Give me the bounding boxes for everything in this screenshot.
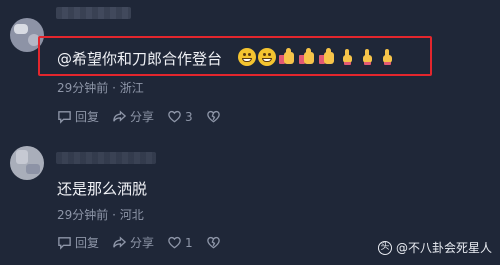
reply-label: 回复 xyxy=(75,236,100,250)
watermark-logo-icon: 头 xyxy=(377,240,392,255)
heart-icon xyxy=(168,110,181,123)
pointing-up-emoji xyxy=(338,48,356,66)
reply-label: 回复 xyxy=(75,110,100,124)
grin-emoji xyxy=(258,48,276,66)
emoji-row xyxy=(238,48,396,66)
thumbs-up-emoji xyxy=(278,48,296,66)
pointing-up-emoji xyxy=(358,48,376,66)
comment-item: @希望你和刀郎合作登台 29分钟前 · 浙江 回复 分享 3 xyxy=(0,0,500,140)
share-label: 分享 xyxy=(130,110,155,124)
avatar[interactable] xyxy=(10,146,44,180)
username-blurred[interactable] xyxy=(56,7,131,19)
share-label: 分享 xyxy=(130,236,155,250)
like-button[interactable]: 3 xyxy=(167,109,193,124)
thumbs-up-emoji xyxy=(298,48,316,66)
broken-heart-icon xyxy=(206,236,220,249)
username-blurred[interactable] xyxy=(56,152,156,164)
comment-actions: 回复 分享 1 xyxy=(57,234,234,251)
reply-button[interactable]: 回复 xyxy=(57,234,99,251)
like-count: 3 xyxy=(185,109,193,124)
like-button[interactable]: 1 xyxy=(167,235,193,250)
reply-button[interactable]: 回复 xyxy=(57,108,99,125)
share-icon xyxy=(113,110,127,122)
watermark: 头 @不八卦会死星人 xyxy=(377,239,492,256)
share-button[interactable]: 分享 xyxy=(112,234,154,251)
comment-meta: 29分钟前 · 河北 xyxy=(57,208,144,222)
share-icon xyxy=(113,236,127,248)
pointing-up-emoji xyxy=(378,48,396,66)
comment-text: @希望你和刀郎合作登台 xyxy=(57,50,223,68)
comment-meta: 29分钟前 · 浙江 xyxy=(57,81,144,95)
share-button[interactable]: 分享 xyxy=(112,108,154,125)
dislike-button[interactable] xyxy=(206,109,221,124)
comment-text: 还是那么洒脱 xyxy=(57,180,148,198)
reply-icon xyxy=(58,237,71,250)
broken-heart-icon xyxy=(206,110,220,123)
reply-icon xyxy=(58,111,71,124)
like-count: 1 xyxy=(185,235,193,250)
thumbs-up-emoji xyxy=(318,48,336,66)
watermark-text: @不八卦会死星人 xyxy=(395,241,492,255)
heart-icon xyxy=(168,236,181,249)
dislike-button[interactable] xyxy=(206,235,221,250)
grin-emoji xyxy=(238,48,256,66)
comment-actions: 回复 分享 3 xyxy=(57,108,234,125)
